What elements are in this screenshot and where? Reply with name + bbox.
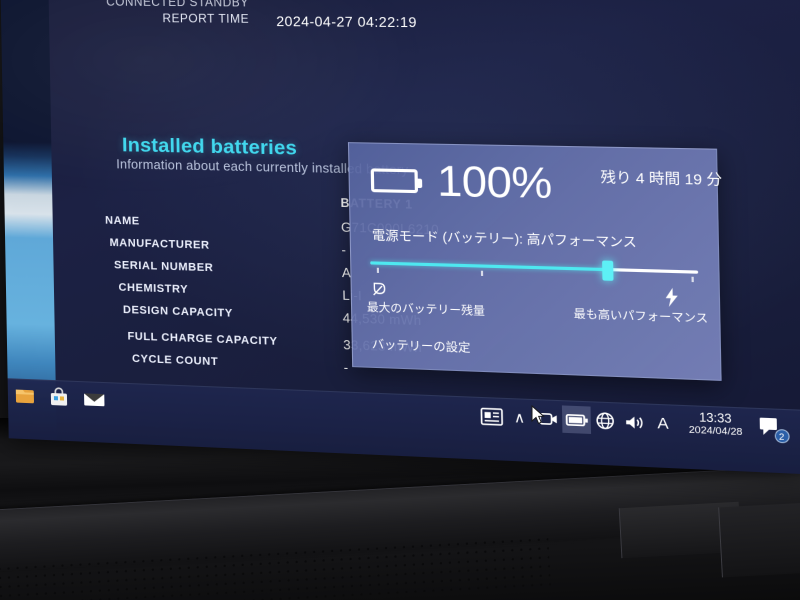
battery-percent: 100% (436, 156, 553, 208)
report-row-label: CONNECTED STANDBY (106, 0, 249, 10)
notification-center-icon[interactable]: 2 (758, 415, 790, 444)
system-tray: ∧ A 13:33 2024/04/28 2 (477, 402, 790, 444)
table-row-value: - (343, 360, 349, 376)
battery-settings-link[interactable]: バッテリーの設定 (372, 336, 471, 356)
report-row-value: 2024-04-27 04:22:19 (276, 13, 418, 31)
table-row-label: MANUFACTURER (109, 236, 210, 252)
slider-left-label: 最大のバッテリー残量 (366, 301, 486, 318)
report-header-rows: CONNECTED STANDBY REPORT TIME 2024-04-27… (59, 0, 742, 33)
battery-flyout-panel: 100% 残り 4 時間 19 分 電源モード (バッテリー): 高パフォーマン… (347, 142, 723, 381)
slider-tick (376, 267, 380, 273)
table-row-label: DESIGN CAPACITY (122, 303, 233, 320)
table-row-label: CHEMISTRY (118, 281, 189, 296)
slider-tick (691, 276, 694, 283)
slider-thumb[interactable] (602, 260, 614, 281)
mouse-cursor (531, 405, 545, 425)
network-globe-icon[interactable] (591, 407, 620, 436)
laptop-photo: CONNECTED STANDBY REPORT TIME 2024-04-27… (0, 0, 800, 600)
power-mode-slider[interactable] (370, 253, 699, 294)
battery-time-remaining: 残り 4 時間 19 分 (600, 168, 723, 189)
microsoft-store-icon[interactable] (48, 386, 71, 409)
hinge-end-cap (718, 502, 800, 578)
ime-mode-glyph: A (657, 413, 669, 433)
battery-icon[interactable] (561, 405, 592, 434)
file-explorer-icon[interactable] (14, 384, 36, 407)
slider-fill (370, 261, 608, 272)
ime-mode-icon[interactable]: A (648, 409, 678, 438)
laptop-screen: CONNECTED STANDBY REPORT TIME 2024-04-27… (0, 0, 800, 475)
slider-tick (480, 270, 484, 276)
mail-icon[interactable] (82, 387, 105, 410)
battery-full-icon (370, 167, 419, 193)
report-row: CONNECTED STANDBY (59, 0, 742, 13)
report-row-label: REPORT TIME (162, 13, 250, 26)
battery-status-row: 100% (370, 156, 553, 208)
table-row-value: - (341, 243, 347, 258)
slider-right-label: 最も高いパフォーマンス (573, 308, 709, 326)
taskbar-left-icons (14, 384, 105, 410)
lightning-bolt-icon (665, 287, 678, 308)
leaf-icon (371, 280, 390, 297)
section-title: Installed batteries (121, 134, 298, 160)
power-mode-label: 電源モード (バッテリー): 高パフォーマンス (371, 228, 637, 250)
news-and-interests-icon[interactable] (477, 402, 506, 430)
notification-badge: 2 (774, 428, 790, 444)
table-row-label: NAME (105, 214, 140, 228)
clock-date: 2024/04/28 (688, 424, 743, 439)
table-row-label: SERIAL NUMBER (113, 259, 214, 275)
volume-icon[interactable] (619, 408, 648, 437)
taskbar-clock[interactable]: 13:33 2024/04/28 (688, 411, 743, 439)
table-row-label: CYCLE COUNT (131, 352, 219, 369)
chevron-up-icon[interactable]: ∧ (505, 403, 534, 431)
chevron-up-glyph: ∧ (513, 408, 526, 426)
